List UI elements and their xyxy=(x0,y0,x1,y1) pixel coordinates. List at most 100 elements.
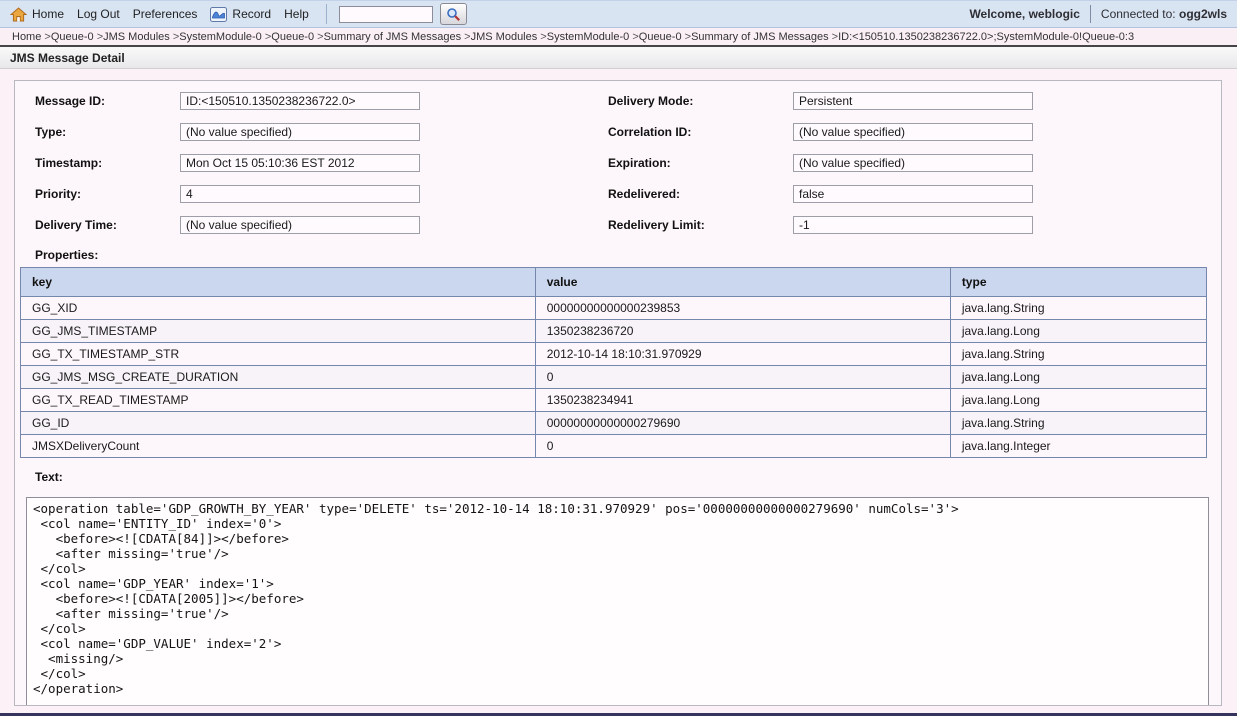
field-label: Timestamp: xyxy=(35,156,103,170)
property-cell: java.lang.String xyxy=(949,342,1208,366)
property-cell: GG_TX_TIMESTAMP_STR xyxy=(20,342,536,366)
field-value: -1 xyxy=(793,216,1033,234)
form-column-right: Delivery Mode: Persistent Correlation ID: (… xyxy=(608,91,1207,246)
column-header-value: value xyxy=(534,267,951,297)
column-header-key: key xyxy=(20,267,536,297)
property-cell: java.lang.Long xyxy=(949,388,1208,412)
field-value: (No value specified) xyxy=(180,216,420,234)
property-row: GG_JMS_TIMESTAMP 1350238236720 java.lang.L… xyxy=(20,319,1208,343)
breadcrumb-item[interactable]: SystemModule-0 xyxy=(179,31,262,43)
property-row: GG_ID 00000000000000279690 java.lang.Strin… xyxy=(20,411,1208,435)
form-row: Correlation ID: (No value specified) xyxy=(608,122,1207,142)
welcome-divider xyxy=(1089,5,1091,23)
form-column-left: Message ID: ID:<150510.1350238236722.0> Ty… xyxy=(20,91,608,246)
property-cell: java.lang.Long xyxy=(949,319,1208,343)
property-row: GG_TX_READ_TIMESTAMP 1350238234941 java.la… xyxy=(20,388,1208,412)
column-header-type: type xyxy=(949,267,1208,297)
breadcrumb-separator: > xyxy=(461,30,471,43)
breadcrumb-separator: > xyxy=(93,30,104,43)
field-label: Redelivered: xyxy=(608,187,681,201)
form-row: Priority: 4 xyxy=(20,184,608,204)
property-row: GG_JMS_MSG_CREATE_DURATION 0 java.lang.Lon… xyxy=(20,365,1208,389)
home-icon xyxy=(10,6,27,22)
toolbar-divider xyxy=(325,4,327,24)
record-icon xyxy=(210,6,228,22)
breadcrumb-item[interactable]: Home xyxy=(12,31,41,43)
welcome-text: Welcome, weblogic xyxy=(969,7,1080,21)
breadcrumb-item[interactable]: Queue-0 xyxy=(271,31,314,43)
breadcrumb-item[interactable]: Queue-0 xyxy=(51,31,94,43)
breadcrumb-item[interactable]: SystemModule-0 xyxy=(547,31,630,43)
message-detail-form: Message ID: ID:<150510.1350238236722.0> Ty… xyxy=(20,91,1207,246)
toolbar-item-logout[interactable]: Log Out xyxy=(77,7,120,21)
breadcrumb-item[interactable]: Queue-0 xyxy=(639,31,682,43)
search-input[interactable] xyxy=(338,5,433,23)
search-icon xyxy=(446,7,460,21)
property-cell: java.lang.String xyxy=(949,296,1208,320)
toolbar-item-help[interactable]: Help xyxy=(284,7,309,21)
property-cell: java.lang.Integer xyxy=(949,434,1208,458)
property-cell: java.lang.String xyxy=(949,411,1208,435)
property-cell: GG_ID xyxy=(20,411,536,435)
property-row: JMSXDeliveryCount 0 java.lang.Integer xyxy=(20,434,1208,458)
breadcrumb-item[interactable]: Summary of JMS Messages xyxy=(691,31,829,43)
properties-header-row: key value type xyxy=(20,267,1208,297)
toolbar-item-preferences[interactable]: Preferences xyxy=(133,7,198,21)
field-value: (No value specified) xyxy=(180,123,420,141)
field-value: Persistent xyxy=(793,92,1033,110)
breadcrumb: Home > Queue-0 > JMS Modules > SystemModule… xyxy=(0,28,1237,47)
text-label: Text: xyxy=(35,470,63,484)
breadcrumb-separator: > xyxy=(629,30,639,43)
field-label: Correlation ID: xyxy=(608,125,692,139)
field-label: Redelivery Limit: xyxy=(608,218,705,232)
property-cell: GG_XID xyxy=(20,296,536,320)
breadcrumb-item[interactable]: JMS Modules xyxy=(471,31,538,43)
form-row: Delivery Time: (No value specified) xyxy=(20,215,608,235)
connected-value: ogg2wls xyxy=(1178,7,1227,21)
field-label: Message ID: xyxy=(35,94,106,108)
form-row: Message ID: ID:<150510.1350238236722.0> xyxy=(20,91,608,111)
breadcrumb-item[interactable]: JMS Modules xyxy=(103,31,170,43)
breadcrumb-separator: > xyxy=(314,30,324,43)
field-label: Type: xyxy=(35,125,67,139)
message-detail-panel: Message ID: ID:<150510.1350238236722.0> Ty… xyxy=(14,80,1222,706)
property-row: GG_XID 00000000000000239853 java.lang.Stri… xyxy=(20,296,1208,320)
property-cell: 1350238234941 xyxy=(534,388,951,412)
properties-label: Properties: xyxy=(35,248,99,262)
search-button[interactable] xyxy=(439,3,467,25)
breadcrumb-separator: > xyxy=(681,30,692,43)
property-cell: GG_JMS_TIMESTAMP xyxy=(20,319,536,343)
breadcrumb-item[interactable]: Summary of JMS Messages xyxy=(324,31,462,43)
property-cell: 1350238236720 xyxy=(534,319,951,343)
property-row: GG_TX_TIMESTAMP_STR 2012-10-14 18:10:31.9… xyxy=(20,342,1208,366)
breadcrumb-separator: > xyxy=(537,30,547,43)
connected-text: Connected to: ogg2wls xyxy=(1101,7,1227,21)
property-cell: 0 xyxy=(534,365,951,389)
breadcrumb-separator: > xyxy=(169,30,180,43)
field-value: (No value specified) xyxy=(793,154,1033,172)
field-label: Delivery Mode: xyxy=(608,94,694,108)
field-label: Priority: xyxy=(35,187,82,201)
field-value: Mon Oct 15 05:10:36 EST 2012 xyxy=(180,154,420,172)
breadcrumb-separator: > xyxy=(261,30,272,43)
toolbar-item-record[interactable]: Record xyxy=(232,7,271,21)
connected-label: Connected to: xyxy=(1100,7,1179,21)
field-label: Delivery Time: xyxy=(35,218,117,232)
page-title: JMS Message Detail xyxy=(0,47,1237,69)
form-row: Delivery Mode: Persistent xyxy=(608,91,1207,111)
breadcrumb-separator: > xyxy=(41,30,51,43)
message-text-area[interactable]: <operation table='GDP_GROWTH_BY_YEAR' ty… xyxy=(26,496,1209,705)
field-value: false xyxy=(793,185,1033,203)
property-cell: java.lang.Long xyxy=(949,365,1208,389)
property-cell: 0 xyxy=(534,434,951,458)
form-row: Redelivery Limit: -1 xyxy=(608,215,1207,235)
properties-table: key value type GG_XID 0000000000000023985… xyxy=(20,267,1208,458)
property-cell: 00000000000000239853 xyxy=(534,296,951,320)
breadcrumb-separator: > xyxy=(828,30,839,43)
properties-table-body: GG_XID 00000000000000239853 java.lang.Stri… xyxy=(20,296,1208,458)
toolbar-item-home[interactable]: Home xyxy=(32,7,64,21)
field-value: 4 xyxy=(180,185,420,203)
toolbar: Home Log Out Preferences Record Help Wel… xyxy=(0,0,1237,28)
property-cell: GG_TX_READ_TIMESTAMP xyxy=(20,388,536,412)
breadcrumb-item[interactable]: ID:<150510.1350238236722.0>;SystemModule… xyxy=(838,31,1134,43)
